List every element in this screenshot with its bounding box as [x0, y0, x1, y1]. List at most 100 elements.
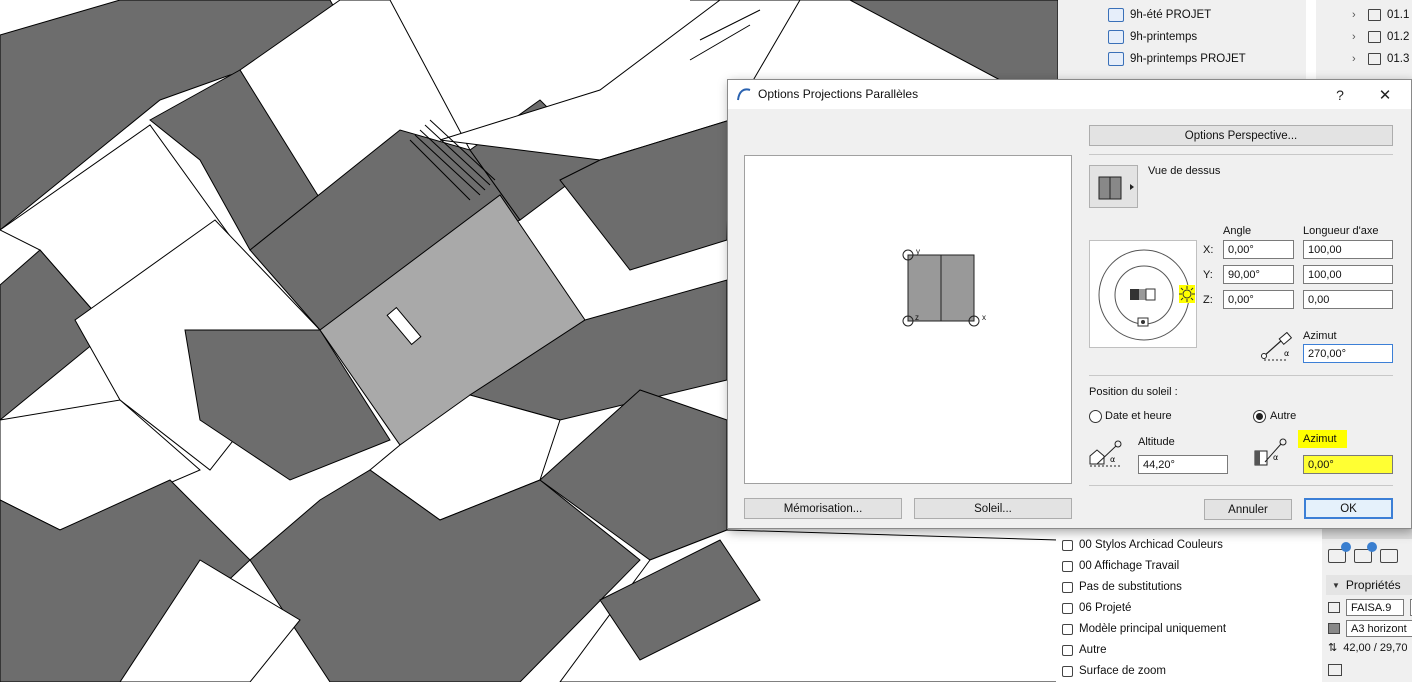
sun-azimuth-label-text: Azimut	[1303, 433, 1337, 445]
properties-id-row: FAISA.9	[1328, 599, 1412, 616]
layout-icon	[1368, 9, 1381, 21]
sun-azimuth-label: Azimut	[1298, 430, 1347, 448]
separator	[1089, 485, 1393, 486]
quick-option-row[interactable]: Autre	[1062, 639, 1107, 661]
axis-x-label: x	[982, 313, 986, 322]
quick-option-row[interactable]: 00 Affichage Travail	[1062, 555, 1179, 577]
quick-option-row[interactable]: 06 Projeté	[1062, 597, 1131, 619]
chevron-right-icon[interactable]: ›	[1352, 9, 1362, 21]
separator	[1089, 154, 1393, 155]
view-item[interactable]: 9h-été PROJET	[1108, 4, 1211, 26]
view-icon	[1108, 52, 1124, 66]
model-icon	[1062, 623, 1073, 635]
svg-text:α: α	[1284, 349, 1289, 358]
quick-option-row[interactable]: Modèle principal uniquement	[1062, 618, 1226, 640]
top-view-icon	[1098, 176, 1134, 200]
quick-option-row[interactable]: Surface de zoom	[1062, 660, 1166, 682]
quick-option-label: 00 Stylos Archicad Couleurs	[1079, 539, 1223, 551]
archicad-logo-icon	[737, 88, 751, 101]
axis-z-label: z	[915, 313, 919, 322]
quick-option-label: Surface de zoom	[1079, 665, 1166, 677]
chevron-right-icon[interactable]: ›	[1352, 53, 1362, 65]
view-icon	[1108, 30, 1124, 44]
view-name-label: Vue de dessus	[1148, 165, 1221, 177]
axis-z-label: Z:	[1203, 294, 1213, 306]
other-radio[interactable]	[1253, 410, 1266, 423]
quick-option-row[interactable]: Pas de substitutions	[1062, 576, 1182, 598]
altitude-label: Altitude	[1138, 436, 1175, 448]
angle-header: Angle	[1223, 225, 1252, 237]
memorization-button[interactable]: Mémorisation...	[744, 498, 902, 519]
format-icon	[1328, 623, 1340, 634]
renovation-icon	[1062, 602, 1073, 614]
ok-button[interactable]: OK	[1304, 498, 1393, 519]
azimuth-label: Azimut	[1303, 330, 1337, 342]
axis-y-label: y	[916, 247, 920, 256]
view-type-selector[interactable]	[1089, 165, 1138, 208]
length-x-input[interactable]: 100,00	[1303, 240, 1393, 259]
new-folder-icon[interactable]	[1380, 549, 1398, 563]
dialog-titlebar[interactable]: Options Projections Parallèles ? ✕	[728, 80, 1411, 109]
collapse-triangle-icon: ▼	[1332, 580, 1340, 590]
dialog-title: Options Projections Parallèles	[758, 87, 919, 101]
axis-x-label: X:	[1203, 244, 1214, 256]
help-button[interactable]: ?	[1329, 84, 1351, 106]
pen-icon	[1062, 539, 1073, 551]
sun-orientation-graphic	[1098, 249, 1195, 341]
panel-gap	[1306, 0, 1316, 79]
panel-splitter[interactable]	[1322, 529, 1412, 539]
properties-toolbar	[1328, 542, 1412, 567]
quick-option-row[interactable]: 00 Stylos Archicad Couleurs	[1062, 534, 1223, 556]
dimension-icon	[1062, 644, 1073, 656]
svg-text:α: α	[1110, 455, 1115, 464]
length-y-input[interactable]: 100,00	[1303, 265, 1393, 284]
new-layout-icon[interactable]	[1328, 542, 1351, 563]
new-subset-icon[interactable]	[1354, 542, 1377, 563]
axis-y-label: Y:	[1203, 269, 1213, 281]
axis-length-header: Longueur d'axe	[1303, 225, 1379, 237]
cancel-button[interactable]: Annuler	[1204, 499, 1292, 520]
quick-option-label: Autre	[1079, 644, 1107, 656]
azimuth-input[interactable]: 270,00°	[1303, 344, 1393, 363]
id-icon	[1328, 602, 1340, 613]
sun-azimuth-input[interactable]: 0,00°	[1303, 455, 1393, 474]
size-icon: ⇅	[1328, 642, 1338, 654]
chevron-right-icon[interactable]: ›	[1352, 31, 1362, 43]
id-field[interactable]: FAISA.9	[1346, 599, 1404, 616]
layout-item[interactable]: › 01.1	[1352, 4, 1409, 26]
close-button[interactable]: ✕	[1374, 84, 1396, 106]
length-z-input[interactable]: 0,00	[1303, 290, 1393, 309]
properties-size-row: ⇅ 42,00 / 29,70	[1328, 641, 1408, 655]
parallel-projection-dialog: Options Projections Parallèles ? ✕ y z x…	[727, 79, 1412, 529]
altitude-input[interactable]: 44,20°	[1138, 455, 1228, 474]
display-icon	[1062, 560, 1073, 572]
azimuth-icon: α	[1261, 332, 1293, 361]
layout-item[interactable]: › 01.2	[1352, 26, 1409, 48]
angle-z-input[interactable]: 0,00°	[1223, 290, 1294, 309]
quick-option-label: Pas de substitutions	[1079, 581, 1182, 593]
view-item[interactable]: 9h-printemps PROJET	[1108, 48, 1246, 70]
preview-axes-graphic	[902, 249, 980, 327]
sun-azimuth-icon: α	[1254, 438, 1287, 466]
date-time-radio[interactable]	[1089, 410, 1102, 423]
properties-bottom-icon[interactable]	[1328, 664, 1342, 676]
format-field[interactable]: A3 horizont	[1346, 620, 1412, 637]
other-radio-label: Autre	[1270, 410, 1297, 422]
layout-icon	[1368, 31, 1381, 43]
sun-position-heading: Position du soleil :	[1089, 386, 1178, 398]
angle-x-input[interactable]: 0,00°	[1223, 240, 1294, 259]
layout-item[interactable]: › 01.3	[1352, 48, 1409, 70]
properties-header[interactable]: ▼ Propriétés	[1326, 575, 1412, 595]
orientation-dial[interactable]	[1089, 240, 1197, 348]
layout-icon	[1368, 53, 1381, 65]
override-icon	[1062, 581, 1073, 593]
svg-text:α: α	[1273, 453, 1278, 462]
angle-y-input[interactable]: 90,00°	[1223, 265, 1294, 284]
sun-button[interactable]: Soleil...	[914, 498, 1072, 519]
zoom-icon	[1062, 665, 1073, 677]
perspective-options-button[interactable]: Options Perspective...	[1089, 125, 1393, 146]
properties-format-row: A3 horizont	[1328, 620, 1412, 637]
view-icon	[1108, 8, 1124, 22]
view-item[interactable]: 9h-printemps	[1108, 26, 1197, 48]
quick-option-label: 06 Projeté	[1079, 602, 1132, 614]
